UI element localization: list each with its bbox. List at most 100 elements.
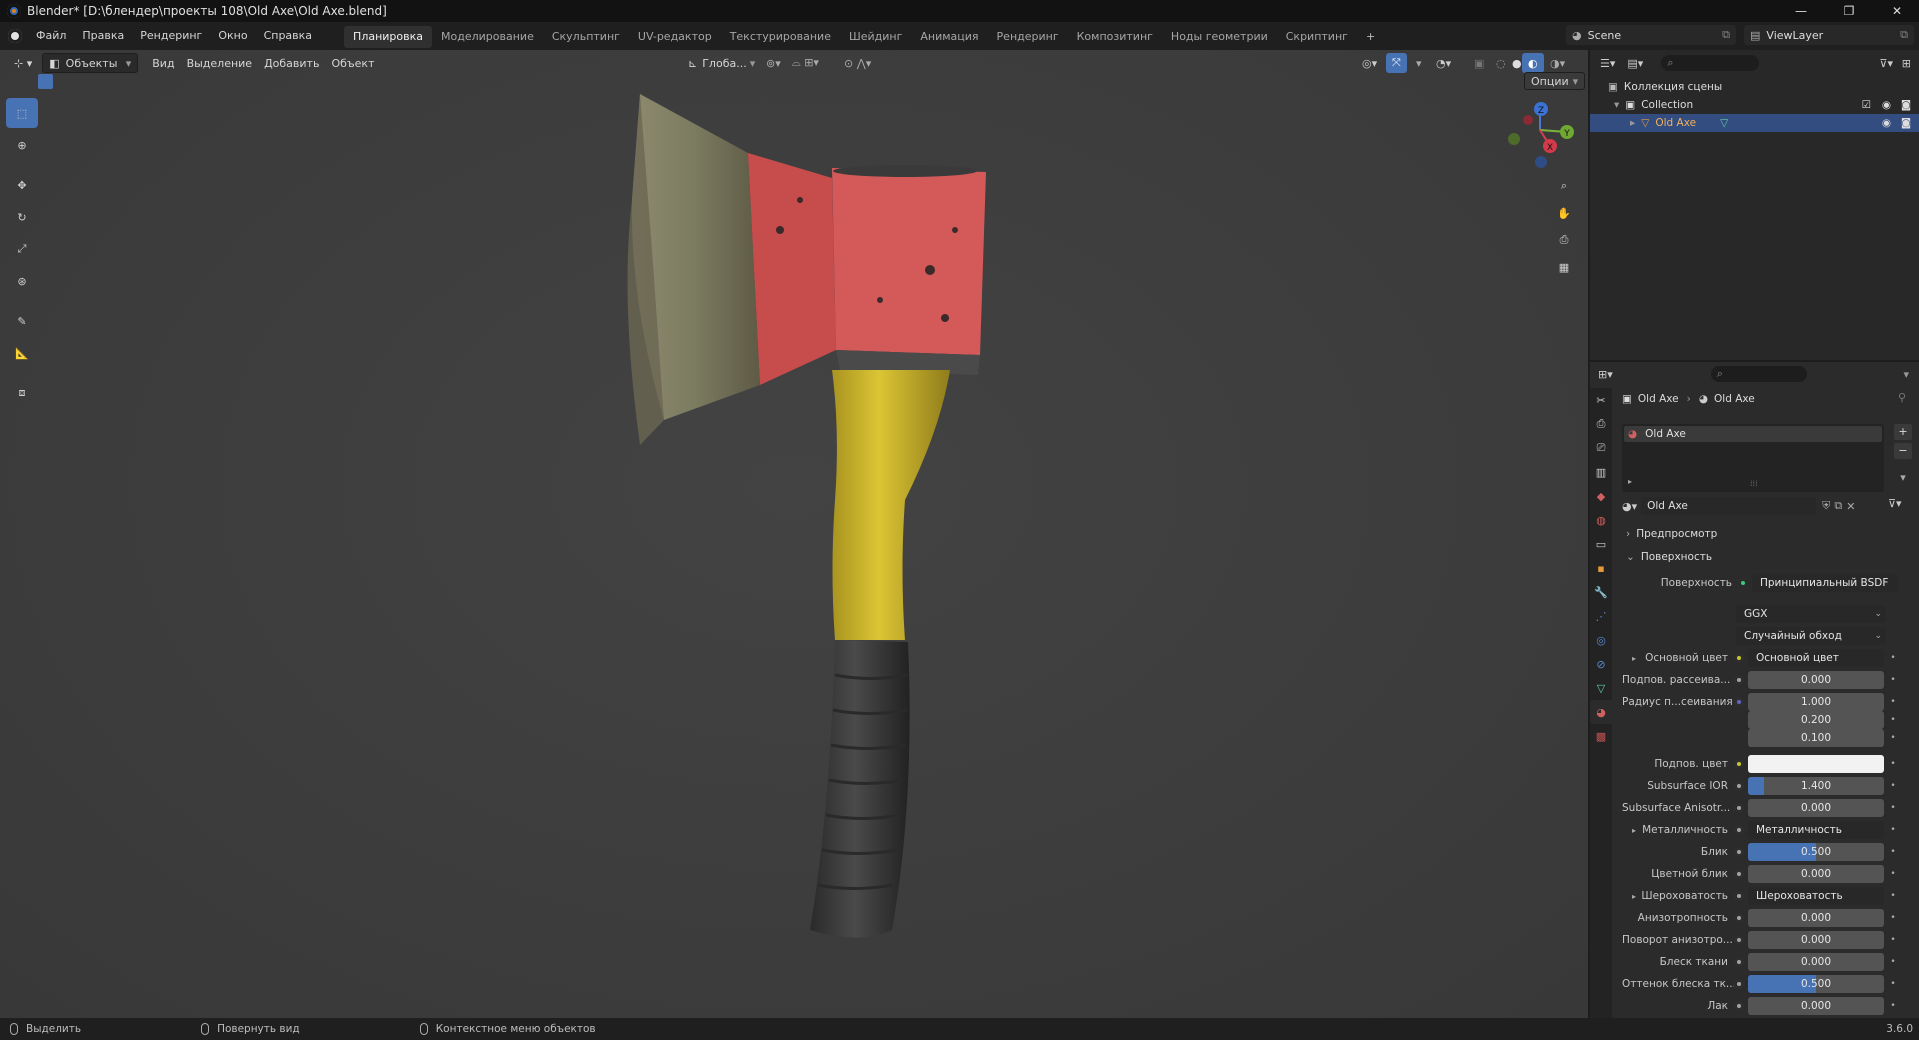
add-workspace-button[interactable]: + (1357, 26, 1384, 48)
view-layer-tab-icon[interactable]: ▥ (1590, 460, 1612, 484)
eye-icon[interactable]: ◉ (1882, 117, 1891, 129)
modifier-tab-icon[interactable]: 🔧 (1590, 580, 1612, 604)
value-slider[interactable]: 0.500 (1748, 843, 1884, 861)
unlink-material-icon[interactable]: ✕ (1846, 500, 1855, 513)
value-slider[interactable]: 0.500 (1748, 975, 1884, 993)
particles-tab-icon[interactable]: ⋰ (1590, 604, 1612, 628)
linked-input-field[interactable]: Металличность (1748, 821, 1884, 839)
surface-shader-field[interactable]: Принципиальный BSDF (1752, 574, 1898, 592)
menu-window[interactable]: Окно (210, 22, 255, 50)
value-slider[interactable]: 0.000 (1748, 909, 1884, 927)
proportional-edit-icon[interactable]: ⊙ ⋀▾ (838, 53, 877, 73)
gizmo-toggle-icon[interactable]: ⤧ (1386, 53, 1407, 73)
menu-file[interactable]: Файл (28, 22, 74, 50)
panel-preview[interactable]: › Предпросмотр (1622, 524, 1898, 544)
keyframe-dot-icon[interactable]: • (1888, 1001, 1898, 1011)
properties-editor-icon[interactable]: ⊞▾ (1598, 368, 1613, 381)
eye-icon[interactable]: ◉ (1882, 99, 1891, 111)
duplicate-material-icon[interactable]: ⧉ (1834, 499, 1842, 513)
pin-icon[interactable]: ⚲ (1898, 391, 1906, 404)
expand-arrow-icon[interactable]: ▸ (1632, 826, 1636, 835)
view-layer-new-icon[interactable]: ⧉ (1900, 28, 1908, 42)
texture-tab-icon[interactable]: ▩ (1590, 724, 1612, 748)
physics-tab-icon[interactable]: ◎ (1590, 628, 1612, 652)
select-extend-icon[interactable] (55, 74, 70, 89)
keyframe-dot-icon[interactable]: • (1888, 803, 1898, 813)
tab-geometry-nodes[interactable]: Ноды геометрии (1162, 26, 1277, 48)
outliner-scene-collection[interactable]: ▣ Коллекция сцены (1590, 78, 1919, 96)
linked-input-field[interactable]: Основной цвет (1748, 649, 1884, 667)
material-slot-item[interactable]: ◕ Old Axe (1624, 426, 1882, 442)
select-new-icon[interactable] (38, 74, 53, 89)
camera-view-icon[interactable]: ⎙ (1552, 228, 1576, 252)
keyframe-dot-icon[interactable]: • (1888, 759, 1898, 769)
material-link-icon[interactable]: ⊽▾ (1888, 497, 1902, 510)
keyframe-dot-icon[interactable]: • (1888, 935, 1898, 945)
pan-hand-icon[interactable]: ✋ (1552, 201, 1576, 225)
outliner-object-old-axe[interactable]: ▸ ▽ Old Axe ▽ ◉ ◙ (1590, 114, 1919, 132)
socket-dot-icon[interactable] (1734, 825, 1744, 835)
overlays-icon[interactable]: ◔▾ (1430, 53, 1457, 73)
outliner-search-input[interactable]: ⌕ (1661, 55, 1760, 71)
expand-arrow-icon[interactable]: ▸ (1632, 892, 1636, 901)
tab-sculpting[interactable]: Скульптинг (543, 26, 629, 48)
value-slider[interactable]: 0.000 (1748, 671, 1884, 689)
blender-menu-icon[interactable] (8, 29, 22, 43)
menu-help[interactable]: Справка (256, 22, 320, 50)
outliner-editor-icon[interactable]: ☰▾ (1600, 57, 1615, 70)
tab-rendering[interactable]: Рендеринг (988, 26, 1068, 48)
value-slider[interactable]: 0.000 (1748, 931, 1884, 949)
tab-layout[interactable]: Планировка (344, 25, 433, 48)
socket-dot-icon[interactable] (1734, 979, 1744, 989)
visibility-icon[interactable]: ◎▾ (1356, 53, 1383, 73)
data-tab-icon[interactable]: ▽ (1590, 676, 1612, 700)
remove-slot-button[interactable]: − (1894, 443, 1912, 459)
select-box-tool-icon[interactable]: ⬚ (6, 98, 38, 128)
subsurface-method-dropdown[interactable]: Случайный обход ⌄ (1736, 626, 1886, 646)
value-slider[interactable]: 0.200 (1748, 711, 1884, 729)
mode-dropdown[interactable]: ◧ Объекты ▾ (42, 53, 139, 73)
tab-animation[interactable]: Анимация (911, 26, 987, 48)
keyframe-dot-icon[interactable]: • (1888, 869, 1898, 879)
cursor-tool-icon[interactable]: ⊕ (6, 130, 38, 160)
keyframe-dot-icon[interactable]: • (1888, 847, 1898, 857)
keyframe-dot-icon[interactable]: • (1888, 733, 1898, 743)
keyframe-dot-icon[interactable]: • (1888, 697, 1898, 707)
pivot-point-icon[interactable]: ⊚▾ (760, 53, 787, 73)
rotate-tool-icon[interactable]: ↻ (6, 202, 38, 232)
close-button[interactable]: ✕ (1875, 0, 1919, 22)
material-name-field[interactable]: Old Axe (1641, 497, 1817, 515)
expand-arrow-icon[interactable]: ▸ (1632, 654, 1636, 663)
keyframe-dot-icon[interactable]: • (1888, 825, 1898, 835)
collection-tab-icon[interactable]: ▭ (1590, 532, 1612, 556)
keyframe-dot-icon[interactable]: • (1888, 913, 1898, 923)
menu-view[interactable]: Вид (146, 53, 180, 73)
menu-select[interactable]: Выделение (181, 53, 259, 73)
keyframe-dot-icon[interactable]: • (1888, 653, 1898, 663)
keyframe-dot-icon[interactable]: • (1888, 957, 1898, 967)
tab-uv-editing[interactable]: UV-редактор (629, 26, 721, 48)
menu-render[interactable]: Рендеринг (132, 22, 210, 50)
xray-icon[interactable]: ▣ (1468, 53, 1490, 73)
expand-list-icon[interactable]: ▸ (1628, 477, 1632, 486)
fake-user-icon[interactable]: ⛨ (1822, 499, 1830, 513)
socket-dot-icon[interactable] (1734, 1001, 1744, 1011)
tab-scripting[interactable]: Скриптинг (1277, 26, 1357, 48)
socket-dot-icon[interactable] (1734, 913, 1744, 923)
world-tab-icon[interactable]: ◍ (1590, 508, 1612, 532)
color-swatch[interactable] (1748, 755, 1884, 773)
shading-rendered-icon[interactable]: ◑▾ (1544, 53, 1571, 73)
tool-tab-icon[interactable]: ✂ (1590, 388, 1612, 412)
outliner-collection[interactable]: ▾ ▣ Collection ☑ ◉ ◙ (1590, 96, 1919, 114)
transform-tool-icon[interactable]: ⊛ (6, 266, 38, 296)
snap-icon[interactable]: ⌓ ⊞▾ (786, 53, 825, 73)
socket-dot-icon[interactable] (1734, 653, 1744, 663)
exclude-checkbox-icon[interactable]: ☑ (1862, 99, 1871, 111)
value-slider[interactable]: 1.000 (1748, 693, 1884, 711)
navigation-gizmo[interactable]: Z Y X (1508, 102, 1574, 168)
measure-tool-icon[interactable]: 📐 (6, 338, 38, 368)
expand-arrow-icon[interactable]: ▸ (1630, 117, 1635, 129)
new-collection-icon[interactable]: ⊞ (1902, 57, 1911, 70)
socket-dot-icon[interactable] (1734, 759, 1744, 769)
select-intersect-icon[interactable] (106, 74, 121, 89)
